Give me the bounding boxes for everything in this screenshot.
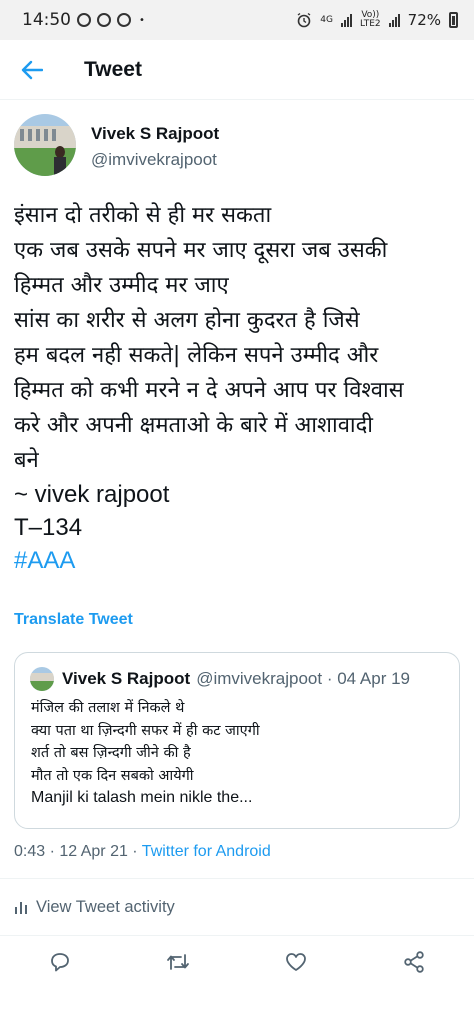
status-bar: 14:50 • 4G Vo)) LTE2 72% [0, 0, 474, 40]
status-time: 14:50 [22, 10, 71, 30]
tweet-line: हम बदल नही सकते| लेकिन सपने उम्मीद और [14, 343, 379, 368]
tweet-action-bar [0, 940, 474, 980]
battery-icon [449, 12, 458, 28]
tweet-line: करे और अपनी क्षमताओ के बारे में आशावादी [14, 413, 373, 438]
avatar-image [14, 114, 76, 176]
timestamp-text: 0:43 · 12 Apr 21 · [14, 843, 142, 860]
retweet-icon [167, 954, 189, 970]
reply-icon [51, 953, 69, 972]
quoted-line: मौत तो एक दिन सबको आयेगी [31, 767, 194, 784]
network-volte-bottom: LTE2 [359, 19, 381, 29]
view-tweet-activity-button[interactable]: View Tweet activity [14, 892, 175, 922]
quoted-tweet-meta: @imvivekrajpoot · 04 Apr 19 [196, 669, 410, 688]
app-notification-icon [117, 13, 131, 27]
quoted-line: क्या पता था ज़िन्दगी सफर में ही कट जाएगी [31, 722, 260, 739]
tweet-signature: ~ vivek rajpoot [14, 481, 170, 508]
tweet-line: हिम्मत को कभी मरने न दे अपने आप पर विश्व… [14, 378, 404, 403]
quoted-tweet-card[interactable]: Vivek S Rajpoot @imvivekrajpoot · 04 Apr… [14, 652, 460, 829]
alarm-icon [297, 12, 311, 28]
source-link[interactable]: Twitter for Android [142, 843, 271, 860]
quoted-tweet-header: Vivek S Rajpoot @imvivekrajpoot · 04 Apr… [30, 667, 410, 691]
network-volte: Vo)) LTE2 [360, 11, 381, 29]
signal-strength-icon [340, 13, 352, 27]
tweet-line: इंसान दो तरीको से ही मर सकता [14, 203, 272, 228]
facebook-notification-icon [77, 13, 91, 27]
quoted-line: मंजिल की तलाश में निकले थे [31, 700, 185, 716]
battery-percent: 72% [407, 11, 441, 29]
activity-chart-icon [15, 902, 27, 914]
quoted-author-avatar [30, 667, 54, 691]
like-button[interactable] [282, 948, 310, 976]
app-header: Tweet [0, 40, 474, 100]
tweet-timestamp: 0:43 · 12 Apr 21 · Twitter for Android [14, 843, 271, 861]
like-icon [286, 953, 306, 971]
messenger-notification-icon [97, 13, 111, 27]
quoted-latin-line: Manjil ki talash mein nikle the... [31, 789, 253, 806]
page-title: Tweet [84, 57, 142, 81]
back-button[interactable] [2, 40, 62, 100]
tweet-code: T–134 [14, 514, 83, 541]
hashtag-link[interactable]: #AAA [14, 544, 464, 577]
quoted-tweet-text: मंजिल की तलाश में निकले थे क्या पता था ज… [31, 697, 260, 810]
network-4g: 4G [320, 14, 333, 25]
quoted-author-name: Vivek S Rajpoot [62, 669, 191, 688]
tweet-text: इंसान दो तरीको से ही मर सकता एक जब उसके … [14, 198, 464, 577]
back-arrow-icon [21, 60, 43, 79]
translate-tweet-link[interactable]: Translate Tweet [14, 611, 133, 629]
share-icon [404, 951, 424, 973]
author-name[interactable]: Vivek S Rajpoot [91, 123, 219, 145]
divider [0, 935, 474, 936]
share-button[interactable] [400, 948, 428, 976]
tweet-line: बने [14, 448, 39, 473]
quoted-line: शर्त तो बस ज़िन्दगी जीने की है [31, 745, 191, 761]
signal-strength-2-icon [388, 13, 400, 27]
divider [0, 878, 474, 879]
more-notifications-dot: • [139, 14, 145, 26]
tweet-line: एक जब उसके सपने मर जाए दूसरा जब उसकी [14, 238, 388, 263]
activity-label: View Tweet activity [36, 897, 175, 916]
tweet-author: Vivek S Rajpoot @imvivekrajpoot [14, 114, 219, 176]
retweet-button[interactable] [164, 948, 192, 976]
tweet-line: सांस का शरीर से अलग होना कुदरत है जिसे [14, 308, 360, 333]
author-handle[interactable]: @imvivekrajpoot [91, 147, 219, 173]
tweet-line: हिम्मत और उम्मीद मर जाए [14, 273, 229, 298]
reply-button[interactable] [46, 948, 74, 976]
author-avatar[interactable] [14, 114, 76, 176]
